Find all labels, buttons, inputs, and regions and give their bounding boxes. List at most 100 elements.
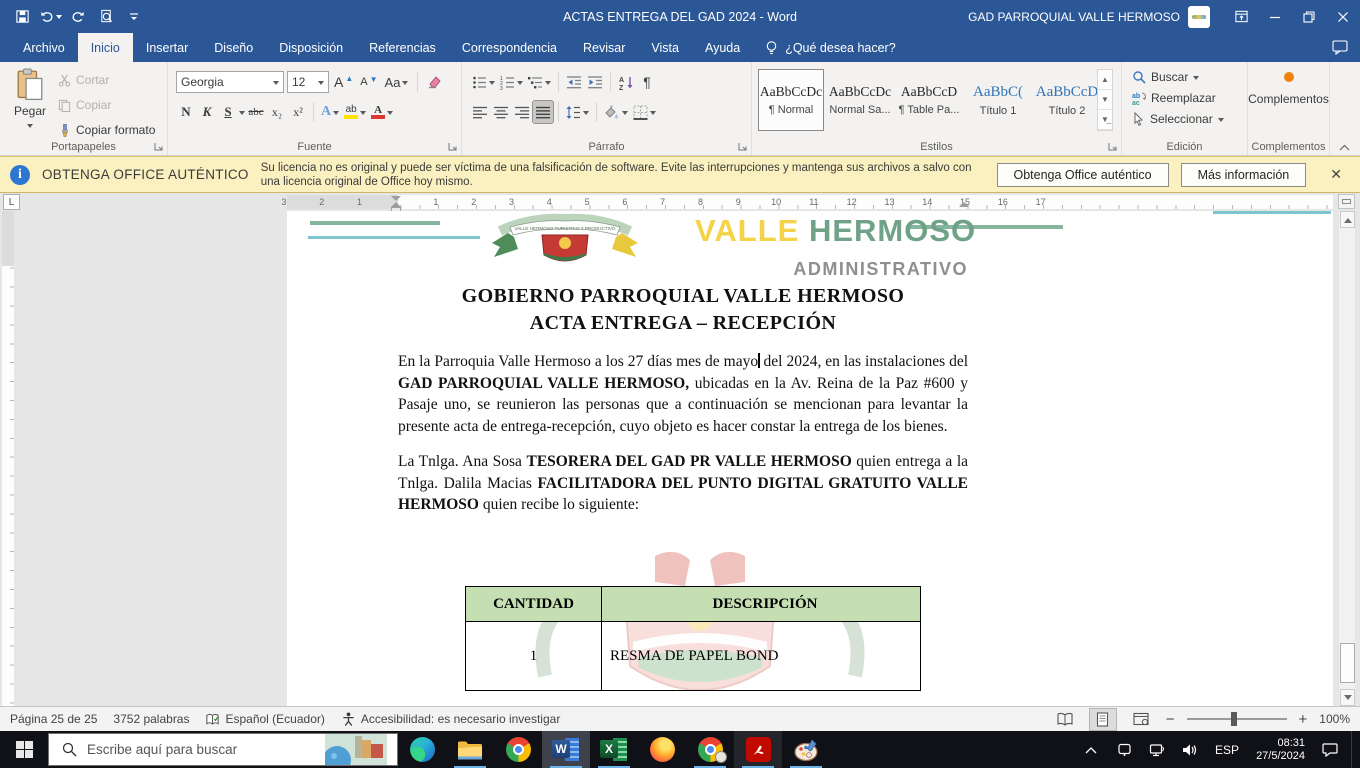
bold-button[interactable]: N bbox=[176, 101, 196, 123]
right-indent-marker[interactable] bbox=[959, 202, 969, 207]
taskbar-acrobat-button[interactable] bbox=[734, 731, 782, 768]
read-mode-button[interactable] bbox=[1052, 709, 1078, 730]
ribbon-tab[interactable]: Ayuda bbox=[692, 33, 753, 62]
increase-indent-button[interactable] bbox=[585, 71, 605, 93]
style-gallery-more-button[interactable]: ▼̲ bbox=[1098, 110, 1112, 130]
horizontal-ruler[interactable]: 321 1 2 3 4 5 6 7 8 9 10 11 12 13 14 15 16 17 bbox=[281, 195, 1333, 213]
taskbar-excel-button[interactable]: X bbox=[590, 731, 638, 768]
vertical-scrollbar[interactable] bbox=[1338, 211, 1355, 706]
borders-button[interactable] bbox=[631, 101, 658, 123]
learn-more-button[interactable]: Más información bbox=[1180, 162, 1307, 187]
language-indicator[interactable]: ESP bbox=[1211, 743, 1243, 757]
ribbon-tab[interactable]: Referencias bbox=[356, 33, 449, 62]
addins-button[interactable]: Complementos bbox=[1248, 72, 1329, 106]
account-name[interactable]: GAD PARROQUIAL VALLE HERMOSO bbox=[968, 10, 1180, 24]
grow-font-button[interactable]: A ▲ bbox=[332, 71, 355, 93]
ribbon-tab[interactable]: Disposición bbox=[266, 33, 356, 62]
style-item[interactable]: AaBbCcDc Normal Sa... bbox=[827, 69, 893, 131]
ribbon-tab[interactable]: Inicio bbox=[77, 33, 133, 62]
table-header-cantidad[interactable]: CANTIDAD bbox=[465, 586, 602, 622]
clock[interactable]: 08:31 27/5/2024 bbox=[1252, 737, 1309, 763]
action-center-button[interactable] bbox=[1318, 737, 1342, 763]
paste-button[interactable]: Pegar bbox=[8, 68, 52, 140]
taskbar-chrome-button[interactable] bbox=[494, 731, 542, 768]
undo-button[interactable] bbox=[38, 5, 62, 29]
scroll-down-button[interactable] bbox=[1340, 689, 1355, 706]
proofing-status[interactable]: Español (Ecuador) bbox=[205, 712, 325, 727]
cut-button[interactable]: Cortar bbox=[58, 70, 155, 90]
replace-button[interactable]: ab ac Reemplazar bbox=[1132, 91, 1224, 105]
select-button[interactable]: Seleccionar bbox=[1132, 112, 1224, 126]
ribbon-tab[interactable]: Insertar bbox=[133, 33, 201, 62]
scrollbar-thumb[interactable] bbox=[1340, 643, 1355, 683]
ribbon-tab[interactable]: Diseño bbox=[201, 33, 266, 62]
superscript-button[interactable]: x² bbox=[288, 101, 308, 123]
find-button[interactable]: Buscar bbox=[1132, 70, 1224, 84]
redo-button[interactable] bbox=[66, 5, 90, 29]
paragraph-dialog-launcher[interactable] bbox=[736, 140, 748, 152]
taskbar-explorer-button[interactable] bbox=[446, 731, 494, 768]
subscript-button[interactable]: x₂ bbox=[267, 101, 287, 123]
align-right-button[interactable] bbox=[512, 101, 532, 123]
decrease-indent-button[interactable] bbox=[564, 71, 584, 93]
web-layout-button[interactable] bbox=[1128, 709, 1154, 730]
word-count[interactable]: 3752 palabras bbox=[113, 712, 189, 726]
save-button[interactable] bbox=[10, 5, 34, 29]
document-heading-1[interactable]: GOBIERNO PARROQUIAL VALLE HERMOSO bbox=[398, 283, 968, 310]
change-case-button[interactable]: Aa bbox=[383, 71, 411, 93]
collapse-ribbon-button[interactable] bbox=[1339, 144, 1350, 151]
align-center-button[interactable] bbox=[491, 101, 511, 123]
multilevel-list-button[interactable] bbox=[526, 71, 553, 93]
shading-button[interactable] bbox=[602, 101, 630, 123]
show-desktop-button[interactable] bbox=[1351, 731, 1356, 768]
clipboard-dialog-launcher[interactable] bbox=[152, 140, 164, 152]
ribbon-tab[interactable]: Archivo bbox=[10, 33, 78, 62]
first-line-indent-marker[interactable] bbox=[391, 196, 401, 201]
format-painter-button[interactable]: Copiar formato bbox=[58, 120, 155, 140]
table-header-descripcion[interactable]: DESCRIPCIÓN bbox=[601, 586, 921, 622]
ruler-toggle-button[interactable] bbox=[1338, 194, 1355, 209]
ribbon-tab[interactable]: Revisar bbox=[570, 33, 638, 62]
font-size-combo[interactable]: 12 bbox=[287, 71, 329, 93]
shrink-font-button[interactable]: A ▼ bbox=[358, 71, 379, 93]
restore-button[interactable] bbox=[1292, 0, 1326, 33]
dismiss-warning-button[interactable]: ✕ bbox=[1322, 166, 1350, 183]
style-item[interactable]: AaBbCcDc ¶ Normal bbox=[758, 69, 824, 131]
network-button[interactable] bbox=[1145, 737, 1169, 763]
volume-button[interactable] bbox=[1178, 737, 1202, 763]
bullets-button[interactable] bbox=[470, 71, 497, 93]
italic-button[interactable]: K bbox=[197, 101, 217, 123]
tab-selector[interactable]: L bbox=[3, 194, 20, 210]
align-left-button[interactable] bbox=[470, 101, 490, 123]
style-item[interactable]: AaBbCcD Título 2 bbox=[1034, 69, 1100, 131]
style-item[interactable]: AaBbCcD ¶ Table Pa... bbox=[896, 69, 962, 131]
taskbar-edge-button[interactable] bbox=[398, 731, 446, 768]
style-gallery-down-button[interactable]: ▼ bbox=[1098, 90, 1112, 110]
document-heading-2[interactable]: ACTA ENTREGA – RECEPCIÓN bbox=[398, 310, 968, 337]
font-color-button[interactable]: A bbox=[369, 101, 395, 123]
taskbar-firefox-button[interactable] bbox=[638, 731, 686, 768]
feedback-comment-icon[interactable] bbox=[1332, 40, 1348, 55]
paragraph-2[interactable]: La Tnlga. Ana Sosa TESORERA DEL GAD PR V… bbox=[398, 451, 968, 516]
print-layout-button[interactable] bbox=[1088, 707, 1117, 731]
table-cell-description[interactable]: RESMA DE PAPEL BOND bbox=[601, 621, 921, 691]
paragraph-1[interactable]: En la Parroquia Valle Hermoso a los 27 d… bbox=[398, 351, 968, 437]
customize-qat-button[interactable] bbox=[122, 5, 146, 29]
styles-dialog-launcher[interactable] bbox=[1106, 140, 1118, 152]
zoom-slider[interactable] bbox=[1186, 712, 1287, 726]
document-page[interactable]: VALLE HERMOSO TURISTICO Y PRODUCTIVO VAL… bbox=[287, 211, 1333, 706]
ribbon-display-options-button[interactable] bbox=[1224, 0, 1258, 33]
tray-expand-button[interactable] bbox=[1079, 737, 1103, 763]
page-indicator[interactable]: Página 25 de 25 bbox=[10, 712, 97, 726]
tray-utility-button[interactable] bbox=[1112, 737, 1136, 763]
underline-dropdown-arrow[interactable] bbox=[239, 110, 245, 118]
sort-button[interactable]: AZ bbox=[616, 71, 636, 93]
zoom-in-button[interactable]: + bbox=[1299, 711, 1308, 728]
document-text[interactable]: ADMINISTRATIVO GOBIERNO PARROQUIAL VALLE… bbox=[398, 259, 968, 516]
vertical-ruler[interactable] bbox=[2, 211, 14, 706]
scroll-up-button[interactable] bbox=[1340, 211, 1355, 228]
start-button[interactable] bbox=[0, 731, 48, 768]
style-item[interactable]: AaBbC( Título 1 bbox=[965, 69, 1031, 131]
justify-button[interactable] bbox=[532, 100, 554, 124]
account-avatar[interactable] bbox=[1188, 5, 1210, 28]
